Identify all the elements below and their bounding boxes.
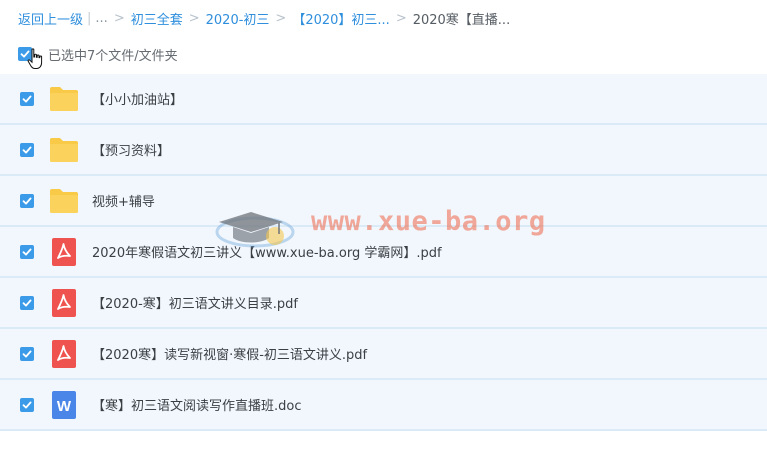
breadcrumb-ellipsis[interactable]: ... [95, 11, 107, 26]
check-icon [22, 95, 32, 103]
file-row[interactable]: 【2020寒】读写新视窗·寒假-初三语文讲义.pdf [0, 329, 767, 380]
check-icon [22, 248, 32, 256]
file-list: 【小小加油站】 【预习资料】 视频+辅导 2020年寒假语文初三讲义【www.xue-… [0, 74, 767, 431]
breadcrumb-separator: > [275, 10, 287, 26]
file-row[interactable]: 视频+辅导 [0, 176, 767, 227]
pdf-icon [52, 289, 76, 317]
breadcrumb-item[interactable]: 【2020】初三... [292, 9, 389, 28]
breadcrumb-current: 2020寒【直播... [412, 12, 511, 28]
breadcrumb-separator: > [188, 10, 200, 26]
breadcrumb: 返回上一级 | ... > 初三全套 > 2020-初三 > 【2020】初三.… [18, 7, 510, 29]
breadcrumb-item[interactable]: 2020-初三 [206, 9, 270, 28]
check-icon [22, 197, 32, 205]
check-icon [22, 146, 32, 154]
back-link[interactable]: 返回上一级 [18, 9, 83, 28]
file-checkbox[interactable] [20, 143, 34, 157]
selection-count-label: 已选中7个文件/文件夹 [48, 48, 178, 64]
file-checkbox[interactable] [20, 398, 34, 412]
breadcrumb-separator: > [395, 10, 407, 26]
word-icon: W [52, 391, 76, 419]
file-checkbox[interactable] [20, 92, 34, 106]
file-name[interactable]: 【2020-寒】初三语文讲义目录.pdf [92, 293, 298, 312]
selection-bar: 已选中7个文件/文件夹 [18, 42, 178, 69]
breadcrumb-item[interactable]: 初三全套 [131, 9, 183, 28]
file-checkbox[interactable] [20, 194, 34, 208]
file-name[interactable]: 2020年寒假语文初三讲义【www.xue-ba.org 学霸网】.pdf [92, 242, 442, 261]
file-row[interactable]: 2020年寒假语文初三讲义【www.xue-ba.org 学霸网】.pdf [0, 227, 767, 278]
pdf-icon [52, 238, 76, 266]
file-checkbox[interactable] [20, 347, 34, 361]
file-checkbox[interactable] [20, 245, 34, 259]
svg-text:W: W [57, 398, 72, 415]
hand-cursor-icon [27, 48, 43, 69]
folder-icon [50, 189, 78, 213]
file-row[interactable]: W 【寒】初三语文阅读写作直播班.doc [0, 380, 767, 431]
check-icon [22, 350, 32, 358]
folder-icon [50, 87, 78, 111]
file-name[interactable]: 【预习资料】 [92, 140, 170, 159]
check-icon [22, 401, 32, 409]
file-row[interactable]: 【小小加油站】 [0, 74, 767, 125]
breadcrumb-separator: > [113, 10, 125, 26]
check-icon [22, 299, 32, 307]
file-row[interactable]: 【2020-寒】初三语文讲义目录.pdf [0, 278, 767, 329]
folder-icon [50, 138, 78, 162]
file-name[interactable]: 视频+辅导 [92, 191, 155, 210]
file-name[interactable]: 【2020寒】读写新视窗·寒假-初三语文讲义.pdf [92, 344, 367, 363]
pdf-icon [52, 340, 76, 368]
file-name[interactable]: 【小小加油站】 [92, 89, 183, 108]
file-row[interactable]: 【预习资料】 [0, 125, 767, 176]
breadcrumb-divider: | [87, 10, 92, 26]
file-checkbox[interactable] [20, 296, 34, 310]
file-name[interactable]: 【寒】初三语文阅读写作直播班.doc [92, 395, 302, 414]
